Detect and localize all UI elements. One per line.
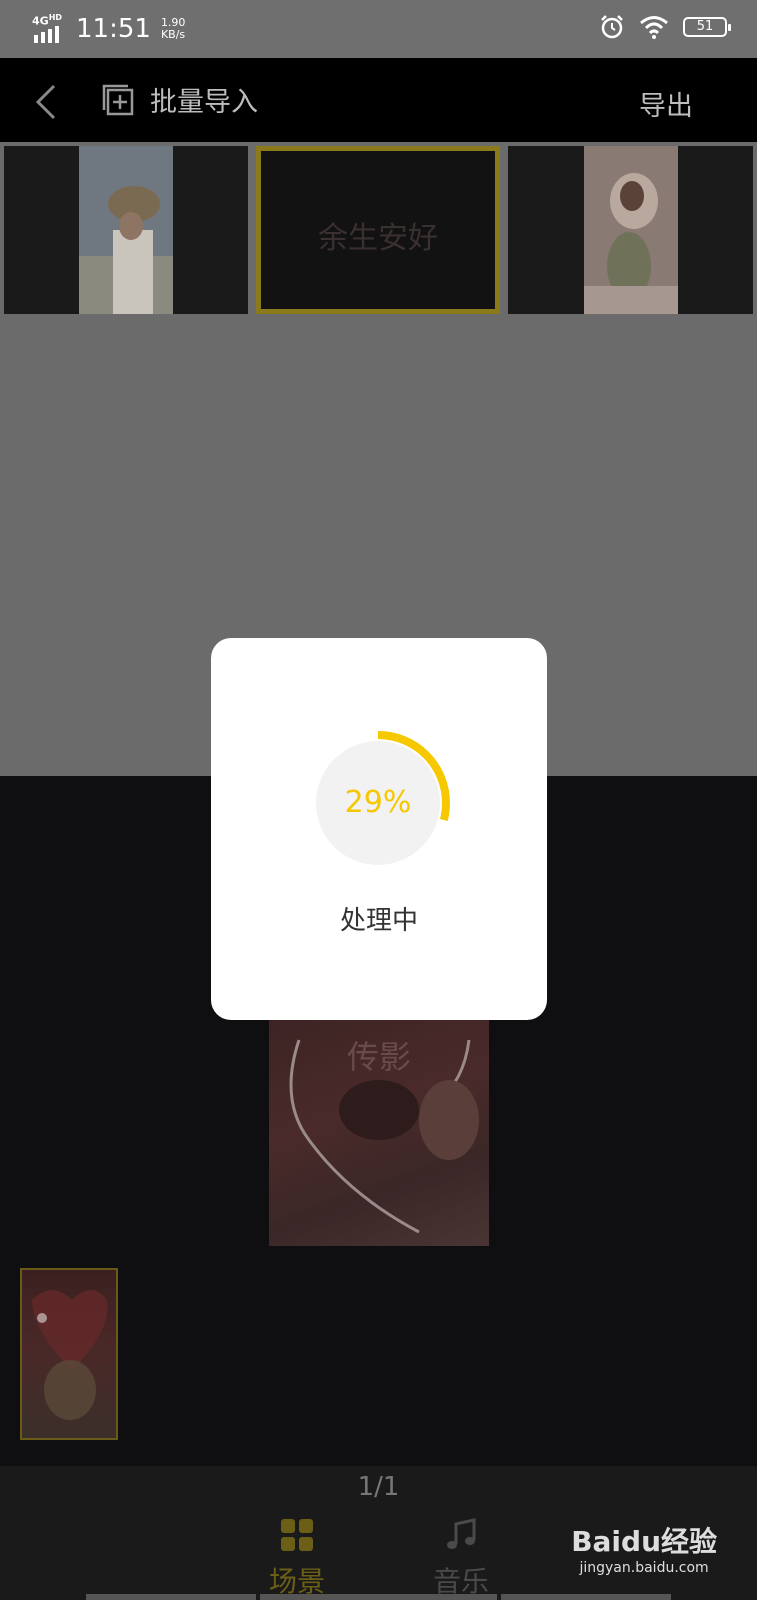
grid-icon — [281, 1519, 313, 1551]
music-note-icon — [447, 1518, 476, 1549]
battery-icon: 51 — [683, 17, 731, 37]
batch-import-label: 批量导入 — [150, 87, 258, 118]
timeline — [0, 1246, 757, 1466]
status-left: 4GHD 11:51 1.90 KB/s — [32, 12, 185, 46]
bottom-divider — [260, 1594, 497, 1600]
scene-thumbnail[interactable] — [4, 146, 248, 314]
thumbnail-heart-graphic — [32, 1290, 108, 1420]
scene-photo — [584, 146, 678, 314]
scene-text-card[interactable]: 余生安好 — [256, 146, 500, 314]
processing-dialog: 29% 处理中 — [211, 638, 547, 1020]
add-copy-icon — [102, 84, 134, 115]
network-hd: HD — [48, 13, 63, 22]
status-right: 51 — [599, 14, 731, 40]
export-button[interactable]: 导出 — [639, 84, 693, 123]
scene-strip: 余生安好 — [0, 142, 757, 318]
top-navigation: 批量导入 导出 — [0, 58, 757, 142]
page-indicator: 1/1 — [357, 1472, 400, 1502]
tab-scene[interactable]: 场景 — [252, 1518, 342, 1600]
baidu-watermark: Baidu经验 jingyan.baidu.com — [571, 1520, 717, 1576]
progress-percent: 29% — [344, 785, 412, 820]
signal-icon: 4GHD — [32, 13, 68, 43]
scene-photo — [79, 146, 173, 314]
alarm-icon — [601, 15, 623, 39]
status-bar: 4GHD 11:51 1.90 KB/s 51 — [0, 0, 757, 58]
clock: 11:51 — [76, 14, 151, 44]
signal-bars — [34, 26, 59, 43]
wifi-icon — [640, 16, 668, 39]
tab-music[interactable]: 音乐 — [416, 1518, 506, 1600]
back-arrow-icon[interactable] — [32, 82, 60, 122]
timeline-thumbnail[interactable] — [20, 1268, 118, 1440]
bottom-divider — [86, 1594, 256, 1600]
preview-card-text: 传影 — [346, 1038, 411, 1076]
scene-thumbnail[interactable] — [508, 146, 753, 314]
preview-video[interactable]: 传影 — [269, 1020, 489, 1246]
bottom-divider — [501, 1594, 671, 1600]
watermark-brand: Baidu经验 — [571, 1525, 717, 1558]
network-speed: 1.90 KB/s — [161, 17, 186, 41]
processing-message: 处理中 — [339, 906, 418, 936]
batch-import-button[interactable]: 批量导入 — [100, 80, 258, 119]
speed-unit: KB/s — [160, 28, 186, 41]
scene-text-title: 余生安好 — [318, 221, 438, 256]
watermark-url: jingyan.baidu.com — [579, 1560, 709, 1576]
